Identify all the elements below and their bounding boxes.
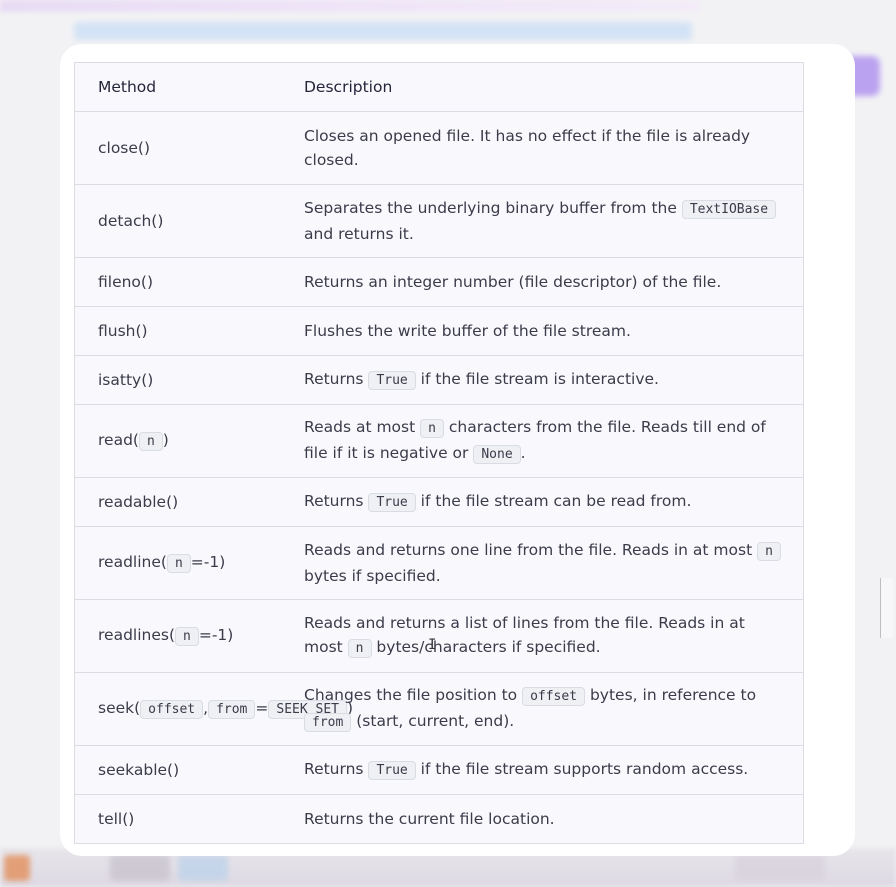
description-cell: Returns True if the file stream can be r… bbox=[304, 492, 692, 512]
method-cell: readline(n =-1) bbox=[98, 553, 226, 573]
inline-code: True bbox=[368, 493, 416, 512]
inline-code: offset bbox=[522, 687, 586, 706]
description-cell: Returns True if the file stream is inter… bbox=[304, 370, 659, 390]
description-cell: Flushes the write buffer of the file str… bbox=[304, 322, 631, 340]
inline-code: True bbox=[368, 761, 416, 780]
scrollbar-handle[interactable] bbox=[880, 578, 893, 638]
method-cell: seek(offset, from = SEEK_SET) bbox=[98, 699, 354, 719]
method-cell: isatty() bbox=[98, 371, 154, 389]
method-cell: seekable() bbox=[98, 761, 180, 779]
table-row: seekable() Returns True if the file strea… bbox=[75, 746, 803, 795]
method-cell: fileno() bbox=[98, 273, 154, 291]
inline-code: True bbox=[368, 371, 416, 390]
method-cell: tell() bbox=[98, 810, 135, 828]
inline-code: n bbox=[757, 542, 781, 561]
table-row: readable() Returns True if the file strea… bbox=[75, 478, 803, 527]
taskbar-tray[interactable] bbox=[735, 855, 825, 881]
description-cell: Returns an integer number (file descript… bbox=[304, 273, 722, 291]
taskbar-app-icon[interactable] bbox=[178, 855, 228, 881]
method-cell: readable() bbox=[98, 493, 179, 511]
method-cell: detach() bbox=[98, 212, 164, 230]
method-cell: read(n) bbox=[98, 431, 169, 451]
inline-code: n bbox=[420, 419, 444, 438]
method-cell: readlines(n =-1) bbox=[98, 626, 234, 646]
taskbar-app-icon[interactable] bbox=[4, 855, 30, 881]
text-cursor-icon: I bbox=[428, 637, 437, 653]
description-cell: Reads at most n characters from the file… bbox=[304, 418, 766, 464]
background-top-bar bbox=[0, 0, 700, 12]
table-row: read(n) Reads at most n characters from t… bbox=[75, 405, 803, 478]
method-cell: close() bbox=[98, 139, 151, 157]
table-row: detach() Separates the underlying binary … bbox=[75, 185, 803, 258]
description-cell: Returns True if the file stream supports… bbox=[304, 760, 749, 780]
inline-code: from bbox=[208, 700, 256, 719]
inline-code: n bbox=[138, 432, 163, 451]
description-cell: Reads and returns a list of lines from t… bbox=[304, 614, 745, 658]
method-cell: flush() bbox=[98, 322, 148, 340]
header-description: Description bbox=[304, 78, 393, 96]
inline-code: n bbox=[175, 627, 199, 646]
table-header-row: Method Description bbox=[75, 63, 803, 112]
table-row: flush() Flushes the write buffer of the f… bbox=[75, 307, 803, 356]
taskbar-app-icon[interactable] bbox=[110, 855, 170, 881]
inline-code: None bbox=[473, 445, 521, 464]
inline-code: n bbox=[166, 554, 191, 573]
inline-code: offset bbox=[140, 700, 204, 719]
table-row: readlines(n =-1) Reads and returns a list … bbox=[75, 600, 803, 673]
description-cell: Closes an opened file. It has no effect … bbox=[304, 127, 751, 169]
table-row: seek(offset, from = SEEK_SET) Changes the fi… bbox=[75, 673, 803, 746]
description-cell: Separates the underlying binary buffer f… bbox=[304, 196, 803, 246]
inline-code: from bbox=[304, 713, 352, 732]
inline-code: TextIOBase bbox=[681, 200, 777, 219]
background-blurred-text bbox=[74, 22, 692, 40]
table-row: close() Closes an opened file. It has no … bbox=[75, 112, 803, 185]
header-method: Method bbox=[98, 78, 157, 96]
table-row: isatty() Returns True if the file stream … bbox=[75, 356, 803, 405]
table-row: fileno() Returns an integer number (file … bbox=[75, 258, 803, 307]
description-cell: Returns the current file location. bbox=[304, 810, 555, 828]
description-cell: Reads and returns one line from the file… bbox=[304, 538, 803, 588]
description-cell: Changes the file position to offset byte… bbox=[304, 686, 757, 732]
table-row: tell() Returns the current file location. bbox=[75, 795, 803, 844]
inline-code: n bbox=[347, 639, 372, 658]
table-row: readline(n =-1) Reads and returns one line… bbox=[75, 527, 803, 600]
file-methods-table: Method Description close() Closes an open… bbox=[74, 62, 804, 844]
